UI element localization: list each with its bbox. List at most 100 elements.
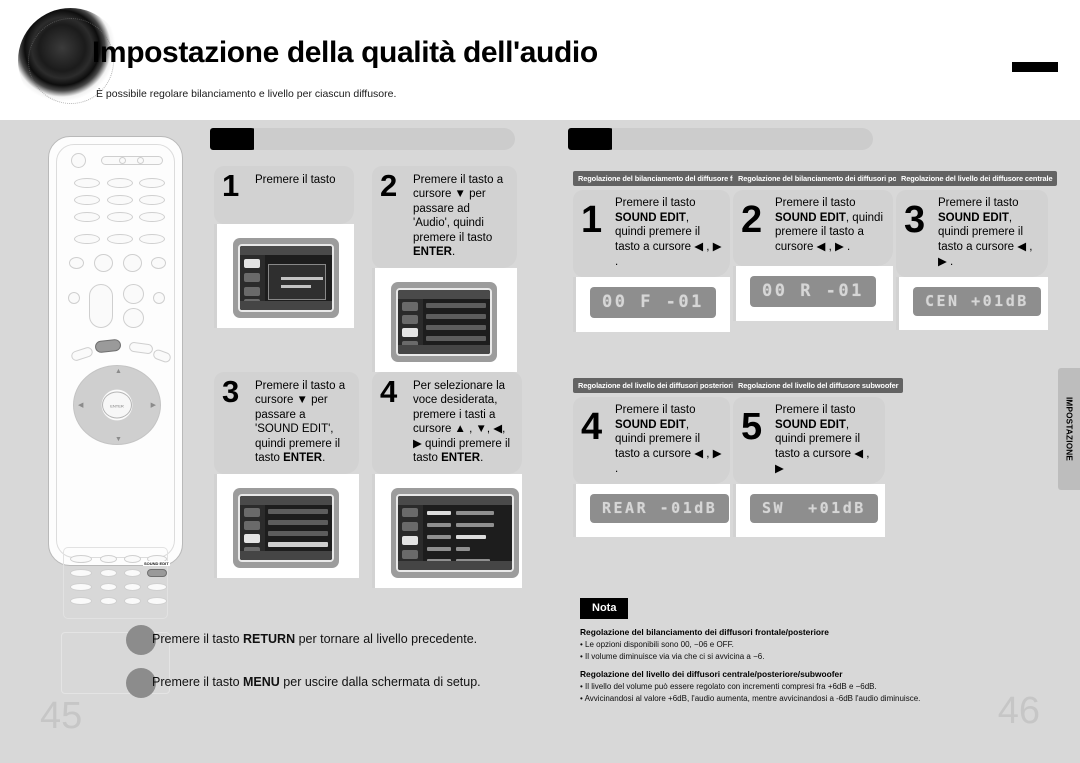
right-panel-1-text: Premere il tasto SOUND EDIT, quindi prem… <box>615 197 722 268</box>
cursor-down-icon: ▼ <box>115 436 122 443</box>
step-4-number: 4 <box>380 374 398 409</box>
step-2-screenshot-area <box>372 267 517 372</box>
footnote-menu-text: Premere il tasto MENU per uscire dalla s… <box>152 675 481 689</box>
tuning-updown-rocker-icon <box>89 284 113 328</box>
step-card-4: 4 Per selezionare la voce desiderata, pr… <box>372 372 522 588</box>
nota-box: Nota Regolazione del bilanciamento dei d… <box>580 598 1040 703</box>
tv-screen-4 <box>396 493 514 572</box>
nota-section-2-heading: Regolazione del livello dei diffusori ce… <box>580 669 843 679</box>
page-title: Impostazione della qualità dell'audio <box>92 36 598 69</box>
right-panel-1: Regolazione del bilanciamento del diffus… <box>573 168 762 332</box>
cursor-right-icon: ▶ <box>150 402 156 409</box>
page-header: Impostazione della qualità dell'audio È … <box>0 0 1080 120</box>
right-panel-1-lcd-area: 00 F -01 <box>573 276 730 332</box>
tv-level-bar-rear <box>456 546 470 551</box>
open-close-button-icon <box>74 178 100 188</box>
device-dot-dvd-icon <box>137 157 144 164</box>
tv-dialog-line-2 <box>281 285 311 288</box>
tv-menu-icon-3 <box>244 287 260 296</box>
tv-menu-icon-selected <box>244 259 260 268</box>
page-number-left: 45 <box>40 695 83 737</box>
right-panel-2: Regolazione del bilanciamento dei diffus… <box>733 168 927 321</box>
key-7-icon <box>70 583 92 591</box>
right-panel-5-label: Regolazione del livello del diffusore su… <box>733 378 904 393</box>
right-panel-3-bubble: 3 Premere il tasto SOUND EDIT, quindi pr… <box>896 190 1048 277</box>
tv-list-row-sound-edit-selected <box>268 541 328 547</box>
left-column-header-bar <box>210 128 515 150</box>
page-subtitle: È possibile regolare bilanciamento e liv… <box>96 88 397 100</box>
tv-screenshot-4 <box>391 487 519 578</box>
tv-level-bar-1 <box>456 510 494 515</box>
step-3-screenshot-area <box>214 473 359 578</box>
audio-host-button-icon <box>107 212 133 222</box>
enter-button-icon: ENTER <box>102 391 132 419</box>
right-panel-3-lcd-area: CEN +01dB <box>896 276 1048 330</box>
remain-button-icon <box>147 597 167 605</box>
manual-page: Impostazione della qualità dell'audio È … <box>0 0 1080 763</box>
tv-top-bar <box>398 495 512 505</box>
tv-list-row-3 <box>426 324 486 330</box>
tv-screen-1 <box>238 244 334 312</box>
tv-bottom-bar <box>240 301 332 310</box>
tv-video-button-icon <box>107 178 133 188</box>
lcd-display-front-balance: 00 F -01 <box>590 286 716 318</box>
tv-top-bar <box>240 246 332 255</box>
tv-level-bar-3 <box>456 522 494 527</box>
nota-section-1-item-1: Le opzioni disponibili sono 00, −06 e OF… <box>580 640 1040 649</box>
right-panel-4-text: Premere il tasto SOUND EDIT, quindi prem… <box>615 404 722 475</box>
tv-screenshot-2 <box>391 281 497 362</box>
lcd-display-rear-level: REAR -01dB <box>590 493 730 523</box>
dvd-button-icon <box>74 195 100 205</box>
tv-dialog-box <box>268 264 326 300</box>
tv-menu-icon-2 <box>402 521 418 531</box>
key-0-icon <box>100 597 117 605</box>
tv-menu-icon-2 <box>402 314 418 324</box>
play-pause-button-icon <box>123 254 142 272</box>
page-number-right: 46 <box>997 690 1040 732</box>
right-panel-4-lcd-area: REAR -01dB <box>573 483 730 537</box>
step-card-3: 3 Premere il tasto a cursore ▼ per passa… <box>214 372 359 578</box>
power-button-icon <box>71 153 86 168</box>
tv-menu-icon-1 <box>402 301 418 311</box>
nota-section-2-item-2: Avvicinandosi al valore +6dB, l'audio au… <box>580 694 1040 703</box>
right-panel-1-bubble: 1 Premere il tasto SOUND EDIT, quindi pr… <box>573 190 730 277</box>
key-5-icon <box>100 569 117 577</box>
right-panel-2-text: Premere il tasto SOUND EDIT, quindi prem… <box>775 197 884 254</box>
lcd-display-center-level: CEN +01dB <box>913 286 1041 316</box>
tv-list-row-3 <box>268 530 328 536</box>
tv-bottom-bar <box>398 344 490 354</box>
side-tab-label: IMPOSTAZIONE <box>1064 396 1074 462</box>
right-panel-3: Regolazione del livello dei diffusore ce… <box>896 168 1058 330</box>
nota-badge: Nota <box>580 598 629 619</box>
tv-menu-icon-1 <box>244 507 260 517</box>
nota-section-1-item-2: Il volume diminuisce via via che ci si a… <box>580 652 1040 661</box>
right-panel-5-number: 5 <box>741 406 763 448</box>
tv-menu-icon-4 <box>402 549 418 559</box>
lcd-display-subwoofer-level: SW +01dB <box>750 493 878 523</box>
cursor-left-icon: ◀ <box>78 402 84 409</box>
volume-down-button-icon <box>123 308 144 328</box>
step-4-screenshot-area <box>372 473 522 588</box>
remote-body: ▲ ▼ ◀ ▶ ENTER SOUND EDIT <box>48 136 183 694</box>
step-card-2: 2 Premere il tasto a cursore ▼ per passa… <box>372 166 517 372</box>
tv-list-row-2 <box>426 313 486 319</box>
step-2-bubble: 2 Premere il tasto a cursore ▼ per passa… <box>372 166 517 268</box>
step-1-screenshot-area <box>214 224 354 328</box>
tv-screen-2 <box>396 287 492 356</box>
right-panel-2-number: 2 <box>741 199 763 241</box>
device-selector-icon <box>101 156 163 165</box>
step-1-number: 1 <box>222 168 240 203</box>
footnote-return: Premere il tasto RETURN per tornare al l… <box>126 625 477 655</box>
pty-plus-button-icon <box>124 569 141 577</box>
tv-menu-icon-audio-selected <box>402 535 418 545</box>
remote-control-illustration: ▲ ▼ ◀ ▶ ENTER SOUND EDIT <box>48 136 183 694</box>
key-1-icon <box>100 555 117 563</box>
right-panel-4-bubble: 4 Premere il tasto SOUND EDIT, quindi pr… <box>573 397 730 484</box>
footnote-menu: Premere il tasto MENU per uscire dalla s… <box>126 668 481 698</box>
tv-level-bar-4 <box>427 534 451 539</box>
tuner-memory-button-icon <box>70 597 92 605</box>
device-dot-tv-icon <box>119 157 126 164</box>
lcd-display-rear-balance: 00 R -01 <box>750 276 876 307</box>
step-3-text: Premere il tasto a cursore ▼ per passare… <box>255 380 346 465</box>
tv-menu-icon-audio-selected <box>244 533 260 543</box>
